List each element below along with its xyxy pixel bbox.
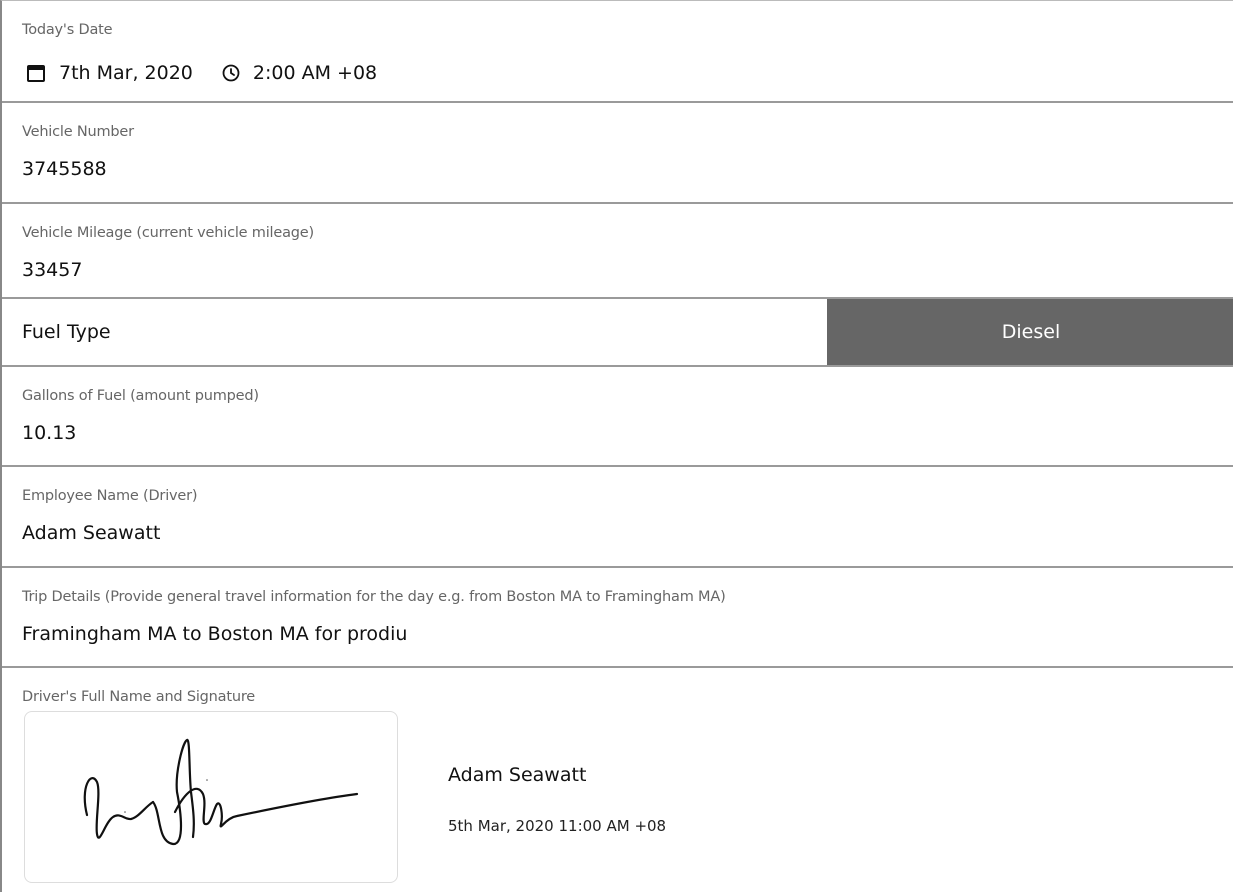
trip-details-label: Trip Details (Provide general travel inf… [22,589,726,605]
signature-field: Driver's Full Name and Signature Adam Se… [2,668,1233,892]
fuel-type-label: Fuel Type [22,321,111,343]
vehicle-number-field: Vehicle Number 3745588 [2,103,1233,204]
employee-name-value[interactable]: Adam Seawatt [22,522,160,544]
trip-details-field: Trip Details (Provide general travel inf… [2,568,1233,668]
employee-name-field: Employee Name (Driver) Adam Seawatt [2,467,1233,568]
signature-drawing [83,738,359,846]
date-value[interactable]: 7th Mar, 2020 [59,62,193,84]
signature-timestamp: 5th Mar, 2020 11:00 AM +08 [448,817,667,835]
vehicle-number-value[interactable]: 3745588 [22,158,107,180]
gallons-label: Gallons of Fuel (amount pumped) [22,388,259,404]
vehicle-mileage-label: Vehicle Mileage (current vehicle mileage… [22,225,314,241]
vehicle-mileage-field: Vehicle Mileage (current vehicle mileage… [2,204,1233,299]
employee-name-label: Employee Name (Driver) [22,488,198,504]
vehicle-number-label: Vehicle Number [22,124,134,140]
fuel-log-form: Today's Date 7th Mar, 2020 2:00 AM +08 V… [0,0,1233,892]
fuel-type-field: Fuel Type Diesel [2,299,1233,367]
gallons-field: Gallons of Fuel (amount pumped) 10.13 [2,367,1233,467]
clock-icon [221,63,241,83]
calendar-icon [25,62,47,84]
signature-pad[interactable] [24,711,398,883]
trip-details-value[interactable]: Framingham MA to Boston MA for prodiu [22,623,407,645]
vehicle-mileage-value[interactable]: 33457 [22,259,82,281]
signature-label: Driver's Full Name and Signature [22,689,255,705]
todays-date-field: Today's Date 7th Mar, 2020 2:00 AM +08 [2,1,1233,103]
signer-name: Adam Seawatt [448,764,587,786]
time-value[interactable]: 2:00 AM +08 [253,62,377,84]
fuel-type-selected-option[interactable]: Diesel [827,299,1233,365]
todays-date-label: Today's Date [22,22,113,38]
date-time-value[interactable]: 7th Mar, 2020 2:00 AM +08 [25,62,377,84]
gallons-value[interactable]: 10.13 [22,422,76,444]
